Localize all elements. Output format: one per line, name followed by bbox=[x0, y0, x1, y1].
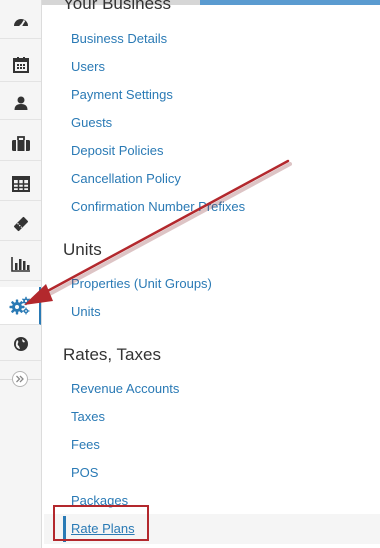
menu-link-revenue-accounts[interactable]: Revenue Accounts bbox=[71, 381, 179, 397]
gears-icon bbox=[9, 296, 30, 314]
menu-link-pos[interactable]: POS bbox=[71, 465, 98, 481]
calendar-icon bbox=[12, 56, 29, 73]
menu-link-taxes[interactable]: Taxes bbox=[71, 409, 105, 425]
bar-chart-icon bbox=[10, 256, 30, 272]
ticket-icon bbox=[13, 216, 28, 231]
icon-sidebar bbox=[0, 0, 42, 548]
section-title-your-business: Your Business bbox=[63, 0, 172, 13]
globe-icon bbox=[13, 336, 28, 351]
briefcase-icon bbox=[11, 135, 30, 151]
top-bar bbox=[0, 0, 380, 5]
sidebar-item-ticket[interactable] bbox=[0, 207, 41, 241]
menu-link-payment-settings[interactable]: Payment Settings bbox=[71, 87, 173, 103]
sidebar-item-table[interactable] bbox=[0, 167, 41, 201]
menu-link-units[interactable]: Units bbox=[71, 304, 101, 320]
sidebar-item-globe[interactable] bbox=[0, 327, 41, 361]
menu-link-deposit-policies[interactable]: Deposit Policies bbox=[71, 143, 164, 159]
sidebar-item-users[interactable] bbox=[0, 86, 41, 120]
sidebar-item-reports[interactable] bbox=[0, 247, 41, 281]
double-chevron-right-icon bbox=[16, 375, 24, 383]
menu-link-business-details[interactable]: Business Details bbox=[71, 31, 167, 47]
annotation-highlight-box bbox=[53, 505, 149, 541]
menu-link-confirmation-number-prefixes[interactable]: Confirmation Number Prefixes bbox=[71, 199, 245, 215]
dashboard-icon bbox=[13, 18, 28, 27]
menu-link-properties[interactable]: Properties (Unit Groups) bbox=[71, 276, 212, 292]
sidebar-item-settings[interactable] bbox=[0, 287, 41, 325]
top-bar-accent bbox=[200, 0, 380, 5]
menu-link-users[interactable]: Users bbox=[71, 59, 105, 75]
table-icon bbox=[11, 175, 30, 192]
section-title-units: Units bbox=[63, 240, 102, 259]
annotation-arrow bbox=[24, 159, 292, 305]
section-title-rates-taxes: Rates, Taxes bbox=[63, 345, 161, 364]
user-icon bbox=[14, 96, 27, 110]
sidebar-item-calendar[interactable] bbox=[0, 48, 41, 82]
menu-link-guests[interactable]: Guests bbox=[71, 115, 112, 131]
sidebar-expand-button[interactable] bbox=[12, 371, 28, 387]
menu-link-fees[interactable]: Fees bbox=[71, 437, 100, 453]
menu-link-cancellation-policy[interactable]: Cancellation Policy bbox=[71, 171, 181, 187]
sidebar-item-briefcase[interactable] bbox=[0, 127, 41, 161]
sidebar-item-dashboard[interactable] bbox=[0, 5, 41, 39]
